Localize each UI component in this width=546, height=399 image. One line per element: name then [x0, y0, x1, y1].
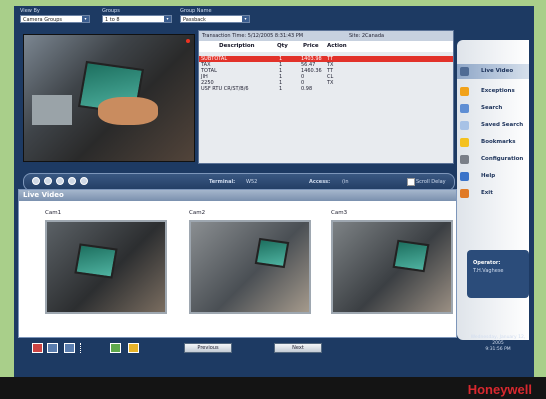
- app-window: View By Camera Groups ▾ Groups 1 to 8 ▾ Gr…: [14, 6, 534, 377]
- access-value: (in: [342, 179, 349, 185]
- operator-panel: Operator: T.H.Vaghese: [467, 250, 529, 298]
- sidebar-item-help[interactable]: Help: [457, 169, 529, 184]
- col-price: Price: [303, 43, 319, 49]
- sidebar-item-label: Live Video: [481, 68, 514, 74]
- previous-button[interactable]: Previous: [184, 343, 232, 353]
- transaction-rows: SUBTOTAL 1 1403.98 TT TAX 1 56.47 TX TOTAL 1 1460.…: [199, 56, 453, 92]
- cam3-label: Cam3: [331, 210, 348, 216]
- cell-qty: 1: [279, 86, 283, 92]
- terminal-label: Terminal:: [209, 179, 236, 185]
- forward-button[interactable]: [80, 177, 88, 185]
- cell-price: 0.98: [301, 86, 313, 92]
- pos-screen: [254, 237, 290, 269]
- chevron-down-icon: ▾: [82, 16, 89, 22]
- cam1-label: Cam1: [45, 210, 62, 216]
- access-label: Access:: [309, 179, 331, 185]
- search-icon: [460, 104, 469, 113]
- transaction-panel: Transaction Time: 5/12/2005 8:31:43 PM S…: [198, 30, 454, 164]
- pos-screen: [392, 239, 430, 273]
- pos-screen: [74, 243, 118, 279]
- rewind-button[interactable]: [32, 177, 40, 185]
- brand-logo: Honeywell: [467, 382, 532, 397]
- receipt-printer: [32, 95, 72, 125]
- group-name-label: Group Name: [180, 8, 212, 14]
- sidebar-item-label: Bookmarks: [481, 139, 516, 145]
- transaction-row[interactable]: USF RTU CR/ST/B/6 1 0.98: [199, 86, 453, 92]
- grid-4-icon[interactable]: [32, 343, 43, 353]
- sidebar-item-label: Exceptions: [481, 88, 515, 94]
- cam1-thumbnail[interactable]: [45, 220, 167, 314]
- bottom-bar: [0, 377, 546, 399]
- sidebar-item-label: Help: [481, 173, 496, 179]
- col-qty: Qty: [277, 43, 288, 49]
- exceptions-icon: [460, 87, 469, 96]
- scroll-delay-checkbox[interactable]: [407, 178, 415, 186]
- live-video-title: Live Video: [19, 190, 456, 201]
- cell-desc: USF RTU CR/ST/B/6: [201, 86, 249, 92]
- site-label: Site: 2Canada: [349, 33, 385, 39]
- pause-button[interactable]: [56, 177, 64, 185]
- hand: [98, 97, 158, 125]
- col-description: Description: [219, 43, 255, 49]
- sidebar-item-bookmarks[interactable]: Bookmarks: [457, 135, 529, 150]
- cam3-thumbnail[interactable]: [331, 220, 453, 314]
- main-camera-view[interactable]: [23, 34, 195, 162]
- cam2-label: Cam2: [189, 210, 206, 216]
- sidebar-item-label: Saved Search: [481, 122, 524, 128]
- sidebar-item-saved-search[interactable]: Saved Search: [457, 118, 529, 133]
- transaction-time: Transaction Time: 5/12/2005 8:31:43 PM: [202, 33, 304, 39]
- refresh-icon[interactable]: [110, 343, 121, 353]
- operator-name: T.H.Vaghese: [473, 268, 504, 274]
- date-text: Wednesday, January 12, 2005: [470, 335, 526, 346]
- sidebar-item-exceptions[interactable]: Exceptions: [457, 84, 529, 99]
- record-indicator-icon: [186, 39, 190, 43]
- monitor-icon: [460, 67, 469, 76]
- terminal-value: W52: [246, 179, 258, 185]
- saved-search-icon: [460, 121, 469, 130]
- exit-icon: [460, 189, 469, 198]
- group-name-select[interactable]: Passback ▾: [180, 15, 250, 23]
- chevron-down-icon: ▾: [242, 16, 249, 22]
- stop-button[interactable]: [68, 177, 76, 185]
- sidebar-item-search[interactable]: Search: [457, 101, 529, 116]
- folder-icon[interactable]: [128, 343, 139, 353]
- divider: [80, 343, 83, 353]
- star-icon: [460, 138, 469, 147]
- transaction-header: Transaction Time: 5/12/2005 8:31:43 PM S…: [199, 31, 453, 41]
- sidebar-item-label: Exit: [481, 190, 493, 196]
- sidebar-item-configuration[interactable]: Configuration: [457, 152, 529, 167]
- single-view-icon[interactable]: [64, 343, 75, 353]
- configuration-icon: [460, 155, 469, 164]
- clock: Wednesday, January 12, 2005 9:31:56 PM: [467, 335, 529, 365]
- sidebar-item-label: Configuration: [481, 156, 524, 162]
- next-button[interactable]: Next: [274, 343, 322, 353]
- sidebar-item-live-video[interactable]: Live Video: [457, 64, 529, 79]
- play-button[interactable]: [44, 177, 52, 185]
- groups-label: Groups: [102, 8, 120, 14]
- grid-2-icon[interactable]: [47, 343, 58, 353]
- live-video-panel: Live Video Cam1 Cam2 Cam3: [18, 189, 457, 338]
- operator-label: Operator:: [473, 260, 501, 266]
- help-icon: [460, 172, 469, 181]
- time-text: 9:31:56 PM: [485, 347, 511, 352]
- sidebar-item-exit[interactable]: Exit: [457, 186, 529, 201]
- sidebar-item-label: Search: [481, 105, 503, 111]
- view-by-select[interactable]: Camera Groups ▾: [20, 15, 90, 23]
- scroll-delay-label: Scroll Delay: [416, 179, 446, 185]
- transaction-columns: Description Qty Price Action: [199, 41, 453, 52]
- chevron-down-icon: ▾: [164, 16, 171, 22]
- groups-select[interactable]: 1 to 8 ▾: [102, 15, 172, 23]
- col-action: Action: [327, 43, 347, 49]
- view-by-label: View By: [20, 8, 40, 14]
- cam2-thumbnail[interactable]: [189, 220, 311, 314]
